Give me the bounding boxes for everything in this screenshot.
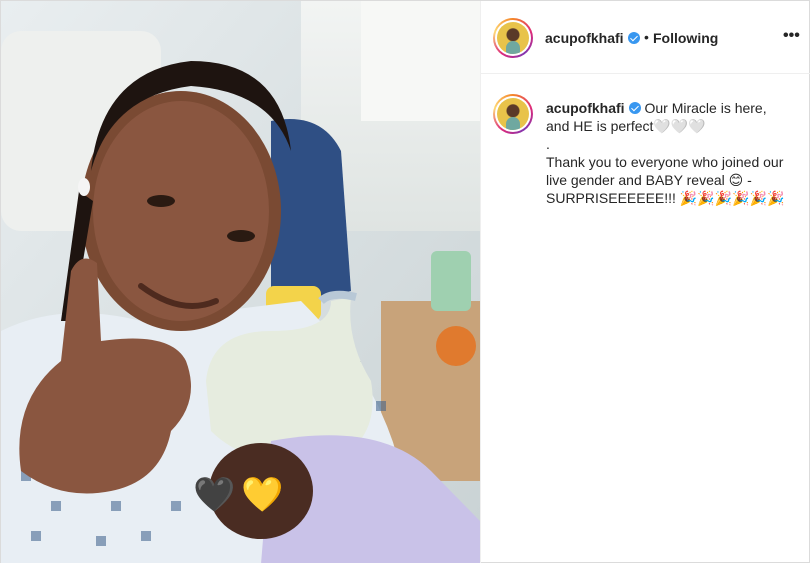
caption-line-4: Thank you to everyone who joined our	[546, 154, 784, 170]
separator-dot: •	[644, 29, 649, 45]
avatar-image	[497, 22, 529, 54]
post-side-panel: acupofkhafi • Following ••• acupofkhafi …	[480, 1, 810, 563]
avatar-frame	[495, 20, 531, 56]
post-photo[interactable]: 🖤 💛	[1, 1, 480, 563]
header-username-text[interactable]: acupofkhafi	[545, 30, 624, 46]
yellow-heart-emoji: 💛	[241, 476, 284, 514]
header-username[interactable]: acupofkhafi	[545, 30, 640, 46]
instagram-post: 🖤 💛 acupofkhafi • Following ••• acupofkh…	[0, 0, 810, 563]
caption-avatar-image	[497, 98, 529, 130]
caption-line-3: .	[546, 136, 550, 152]
black-heart-emoji: 🖤	[193, 476, 236, 514]
caption-avatar[interactable]	[493, 94, 533, 134]
verified-badge-icon	[627, 32, 640, 44]
post-header: acupofkhafi • Following •••	[481, 1, 810, 74]
following-button[interactable]: Following	[653, 30, 718, 46]
caption-verified-badge-icon	[628, 102, 641, 114]
more-options-icon[interactable]: •••	[783, 27, 800, 45]
caption-line-6: SURPRISEEEEEE!!! 🎉🎉🎉🎉🎉🎉	[546, 190, 785, 206]
caption-line-2: and HE is perfect🤍🤍🤍	[546, 118, 706, 134]
caption-line-1: acupofkhafi Our Miracle is here,	[546, 99, 808, 117]
caption-text-1: Our Miracle is here,	[640, 100, 767, 116]
caption-text: acupofkhafi Our Miracle is here, and HE …	[546, 99, 808, 207]
caption-line-5: live gender and BABY reveal 😊 -	[546, 172, 752, 188]
caption-avatar-frame	[495, 96, 531, 132]
caption-username[interactable]: acupofkhafi	[546, 100, 625, 116]
avatar[interactable]	[493, 18, 533, 58]
